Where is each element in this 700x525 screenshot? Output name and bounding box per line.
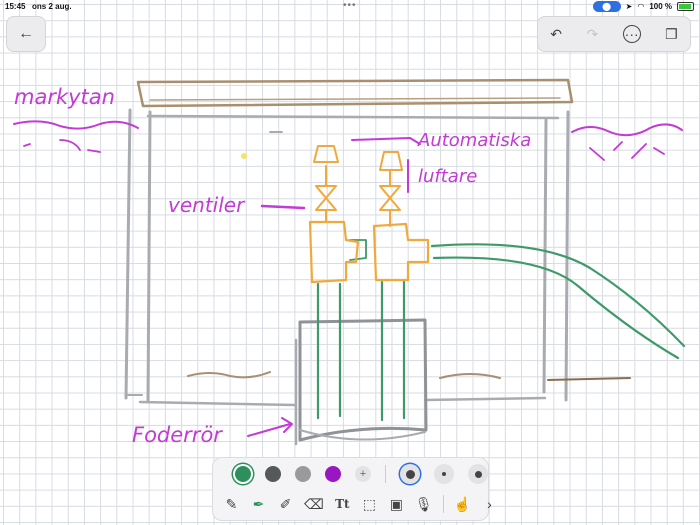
valve-x-left [315,185,337,211]
annotation-arrow-foderror [247,417,293,437]
chamber-floor [138,400,297,407]
label-markytan: markytan [14,85,115,109]
air-vent-left [313,145,339,163]
more-options-button[interactable]: ··· [622,25,641,43]
color-swatch-gray[interactable] [295,466,311,482]
status-date: ons 2 aug. [32,2,72,11]
battery-percentage: 100 % [649,2,672,11]
tool-row: ✎ ✒ ✐ ⌫ Tt ⬚ ▣ 🎙 ☝ › [213,494,498,514]
chamber-wall-inner-right [542,118,548,394]
color-row: + [213,464,510,484]
valve-body-left [308,220,360,284]
undo-button[interactable]: ↶ [550,26,562,43]
screen-recording-icon: ⬤ [592,1,621,12]
stroke-size-small[interactable] [434,464,454,484]
multitask-dots[interactable]: ••• [343,0,357,11]
text-tool-icon[interactable]: Tt [334,494,351,514]
pencil-icon[interactable]: ✎ [223,494,240,514]
divider [385,465,386,483]
back-button[interactable]: ← [6,16,46,52]
chamber-wall-inner [146,110,152,404]
label-ventiler: ventiler [168,193,246,217]
sketch: markytan Automatiska luftare ventiler Fo… [13,78,686,447]
image-icon[interactable]: ▣ [388,494,405,514]
status-icons: ⬤ ➤ ◠ 100 % [592,1,694,12]
ground-right [439,373,501,379]
marker-icon[interactable]: ✒ [250,494,267,514]
chevron-right-icon[interactable]: › [481,494,498,514]
redo-button[interactable]: ↷ [586,26,598,43]
status-time: 15:45 [5,2,26,11]
roof-line [149,97,561,101]
outlet-pipe-lower [432,256,680,360]
microphone-icon[interactable]: 🎙 [415,494,433,514]
arrow-left-icon: ← [18,25,34,42]
location-icon: ➤ [625,2,633,11]
chamber-wall-outer [124,108,132,400]
annotation-line-automatiska [351,137,421,145]
air-vent-right [379,151,403,171]
divider [442,495,444,513]
valve-x-right [379,185,401,211]
ground-left [187,371,271,379]
surface-wave-left [13,120,139,130]
label-automatiska: Automatiska [417,130,531,151]
chamber-top [146,114,560,120]
eraser-icon[interactable]: ⌫ [304,494,324,514]
pages-button[interactable]: ❐ [665,26,678,43]
color-swatch-purple[interactable] [325,466,341,482]
status-bar: 15:45 ons 2 aug. ••• ⬤ ➤ ◠ 100 % [0,0,700,14]
color-swatch-dark-gray[interactable] [265,466,281,482]
label-foderror: Foderrör [132,423,223,447]
battery-icon [677,2,694,11]
drawing-palette: + ✎ ✒ ✐ ⌫ Tt ⬚ ▣ 🎙 ☝ › [212,457,492,521]
surface-wave-right [571,123,683,137]
touch-draw-icon[interactable]: ☝ [454,494,471,514]
outlet-pipe-upper [430,243,686,348]
top-right-toolbar: ↶ ↷ ··· ❐ [537,16,691,52]
roof-slab [136,78,574,108]
color-swatch-green[interactable] [235,466,251,482]
annotation-line-ventiler [260,204,306,210]
label-luftare: luftare [418,166,477,187]
highlighter-icon[interactable]: ✐ [277,494,294,514]
stroke-size-medium[interactable] [468,464,488,484]
lasso-select-icon[interactable]: ⬚ [361,494,378,514]
valve-body-right [372,222,430,282]
stroke-size-large[interactable] [400,464,420,484]
wifi-icon: ◠ [637,2,645,11]
add-color-button[interactable]: + [355,466,371,482]
